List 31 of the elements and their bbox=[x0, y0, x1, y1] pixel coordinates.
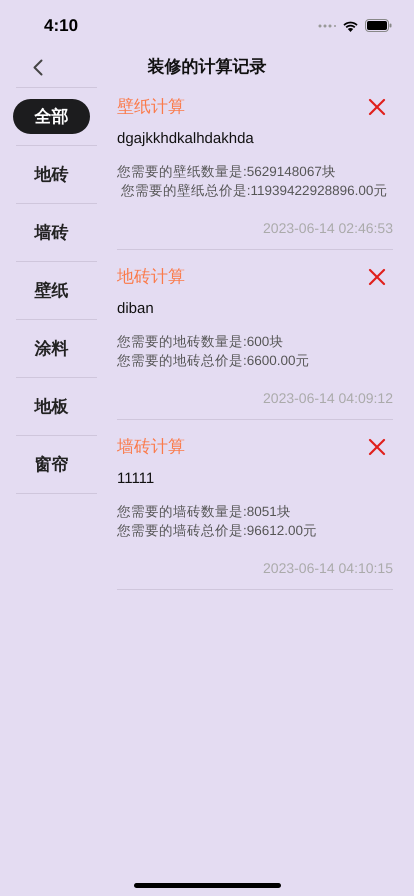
record-detail: 您需要的地砖总价是:6600.00元 bbox=[117, 352, 311, 370]
close-icon bbox=[368, 268, 386, 286]
record-time: 2023-06-14 02:46:53 bbox=[263, 219, 393, 238]
category-tab[interactable]: 地板 bbox=[13, 389, 90, 424]
category-tab[interactable]: 窗帘 bbox=[13, 447, 90, 482]
record-detail: 您需要的地砖数量是:600块 bbox=[117, 333, 284, 351]
record-detail: 您需要的壁纸总价是:11939422928896.00元 bbox=[120, 182, 388, 200]
record-name: dgajkkhdkalhdakhda bbox=[117, 128, 255, 148]
category-tab[interactable]: 涂料 bbox=[13, 331, 90, 366]
category-tab[interactable]: 地砖 bbox=[13, 157, 90, 192]
record-detail: 您需要的墙砖总价是:96612.00元 bbox=[117, 522, 318, 540]
category-tab[interactable]: 全部 bbox=[13, 99, 90, 134]
record-time: 2023-06-14 04:09:12 bbox=[263, 389, 393, 408]
close-icon bbox=[368, 98, 386, 116]
back-chevron-icon bbox=[33, 58, 43, 76]
battery-icon bbox=[365, 19, 392, 32]
record-title: 地砖计算 bbox=[117, 266, 185, 288]
record-time: 2023-06-14 04:10:15 bbox=[263, 559, 393, 578]
record-name: 11111 bbox=[117, 468, 156, 488]
record-detail: 您需要的墙砖数量是:8051块 bbox=[117, 503, 292, 521]
category-tab[interactable]: 壁纸 bbox=[13, 273, 90, 308]
record-title: 壁纸计算 bbox=[117, 96, 185, 118]
record-title: 墙砖计算 bbox=[117, 436, 185, 458]
record-name: diban bbox=[117, 298, 155, 318]
record-detail: 您需要的壁纸数量是:5629148067块 bbox=[117, 163, 337, 181]
status-time: 4:10 bbox=[44, 14, 78, 37]
category-tab[interactable]: 墙砖 bbox=[13, 215, 90, 250]
signal-dots-icon bbox=[318, 24, 336, 28]
wifi-icon bbox=[342, 20, 359, 32]
close-icon bbox=[368, 438, 386, 456]
page-title: 装修的计算记录 bbox=[148, 56, 266, 78]
